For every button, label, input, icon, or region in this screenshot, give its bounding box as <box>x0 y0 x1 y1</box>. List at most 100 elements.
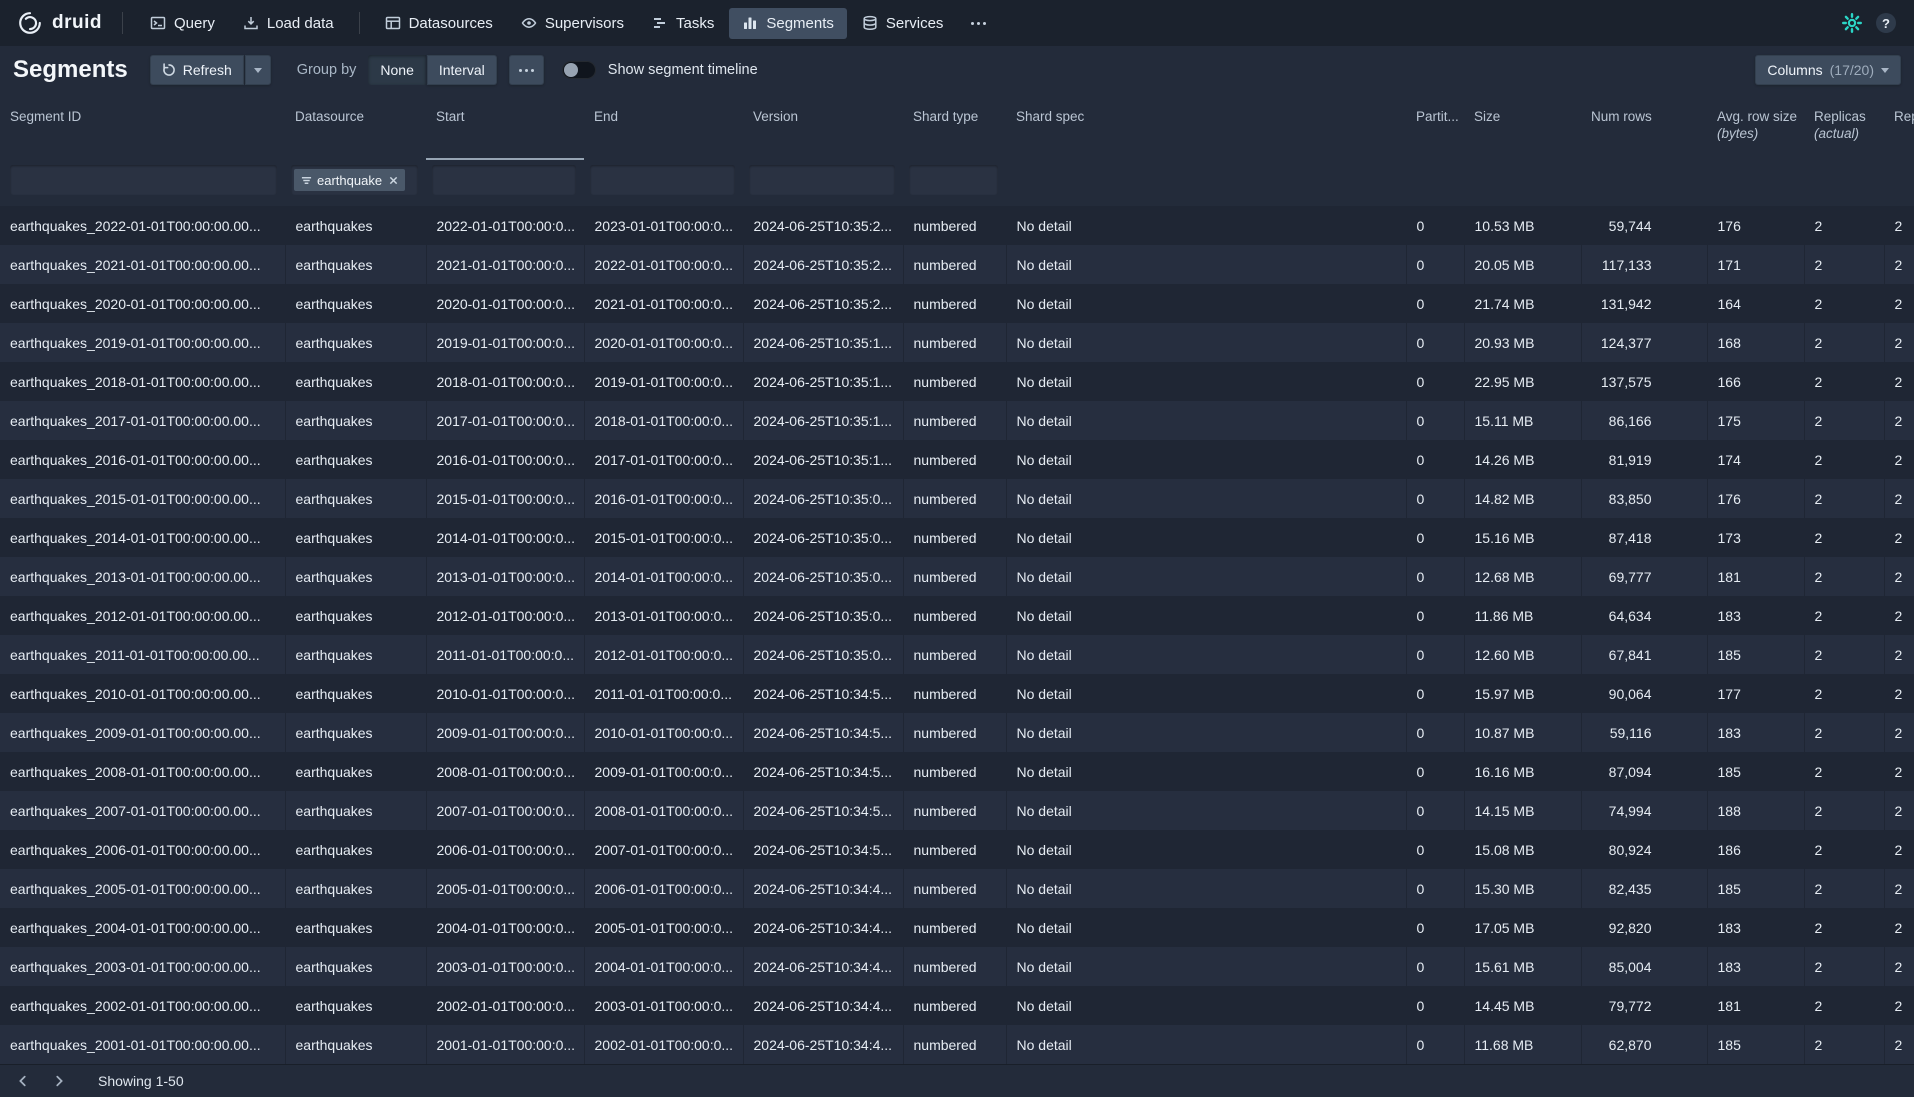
column-header-end[interactable]: End <box>584 94 743 160</box>
table-row[interactable]: earthquakes_2022-01-01T00:00:00.00...ear… <box>0 206 1914 245</box>
cell-replicas: 2 <box>1804 635 1884 674</box>
settings-gear-icon[interactable] <box>1842 13 1862 33</box>
cell-datasource: earthquakes <box>285 635 426 674</box>
cell-start: 2021-01-01T00:00:0... <box>426 245 584 284</box>
table-row[interactable]: earthquakes_2018-01-01T00:00:00.00...ear… <box>0 362 1914 401</box>
cell-partition: 0 <box>1406 245 1464 284</box>
table-row[interactable]: earthquakes_2007-01-01T00:00:00.00...ear… <box>0 791 1914 830</box>
table-row[interactable]: earthquakes_2012-01-01T00:00:00.00...ear… <box>0 596 1914 635</box>
cell-replicas: 2 <box>1804 713 1884 752</box>
cell-end: 2010-01-01T00:00:0... <box>584 713 743 752</box>
pagination-bar: Showing 1-50 <box>0 1064 1914 1097</box>
cell-shard-spec: No detail <box>1006 245 1406 284</box>
table-row[interactable]: earthquakes_2011-01-01T00:00:00.00...ear… <box>0 635 1914 674</box>
table-row[interactable]: earthquakes_2003-01-01T00:00:00.00...ear… <box>0 947 1914 986</box>
next-page-button[interactable] <box>44 1068 74 1094</box>
cell-shard-type: numbered <box>903 830 1006 869</box>
more-actions-button[interactable] <box>509 55 544 85</box>
segment-timeline-toggle[interactable] <box>562 61 596 79</box>
refresh-dropdown-button[interactable] <box>245 55 271 85</box>
cell-replicas: 2 <box>1804 830 1884 869</box>
table-row[interactable]: earthquakes_2010-01-01T00:00:00.00...ear… <box>0 674 1914 713</box>
filter-input-version[interactable] <box>749 165 895 195</box>
filter-input-datasource[interactable]: earthquake <box>291 165 418 195</box>
cell-partition: 0 <box>1406 986 1464 1025</box>
cell-size: 10.53 MB <box>1464 206 1581 245</box>
navbar-divider <box>122 12 123 34</box>
filter-input-end[interactable] <box>590 165 735 195</box>
cell-size: 15.30 MB <box>1464 869 1581 908</box>
topbar-actions: ? <box>1842 13 1900 33</box>
nav-item-query[interactable]: Query <box>137 8 228 39</box>
column-label: Segment ID <box>10 109 81 124</box>
columns-button[interactable]: Columns (17/20) <box>1755 55 1901 85</box>
nav-item-supervisors[interactable]: Supervisors <box>508 8 637 39</box>
cell-shard-type: numbered <box>903 518 1006 557</box>
group-by-none-button[interactable]: None <box>368 55 425 85</box>
cell-shard-spec: No detail <box>1006 596 1406 635</box>
column-label: Replication factor <box>1894 109 1914 124</box>
column-header-datasource[interactable]: Datasource <box>285 94 426 160</box>
cell-start: 2022-01-01T00:00:0... <box>426 206 584 245</box>
prev-page-button[interactable] <box>8 1068 38 1094</box>
brand-home-link[interactable]: druid <box>14 9 108 37</box>
filter-input-shard-type[interactable] <box>909 165 998 195</box>
table-row[interactable]: earthquakes_2015-01-01T00:00:00.00...ear… <box>0 479 1914 518</box>
cell-replicas: 2 <box>1804 947 1884 986</box>
cell-end: 2015-01-01T00:00:0... <box>584 518 743 557</box>
cell-size: 15.16 MB <box>1464 518 1581 557</box>
column-header-segment-id[interactable]: Segment ID <box>0 94 285 160</box>
nav-item-load-data[interactable]: Load data <box>230 8 347 39</box>
segments-toolbar: Segments Refresh Group by None Interval … <box>0 46 1914 94</box>
table-row[interactable]: earthquakes_2019-01-01T00:00:00.00...ear… <box>0 323 1914 362</box>
cell-size: 14.45 MB <box>1464 986 1581 1025</box>
table-row[interactable]: earthquakes_2009-01-01T00:00:00.00...ear… <box>0 713 1914 752</box>
column-header-version[interactable]: Version <box>743 94 903 160</box>
table-row[interactable]: earthquakes_2016-01-01T00:00:00.00...ear… <box>0 440 1914 479</box>
table-row[interactable]: earthquakes_2014-01-01T00:00:00.00...ear… <box>0 518 1914 557</box>
cell-version: 2024-06-25T10:34:5... <box>743 752 903 791</box>
nav-item-tasks[interactable]: Tasks <box>639 8 727 39</box>
group-by-interval-button[interactable]: Interval <box>427 55 497 85</box>
nav-item-services[interactable]: Services <box>849 8 957 39</box>
filter-input-start[interactable] <box>432 165 576 195</box>
table-row[interactable]: earthquakes_2001-01-01T00:00:00.00...ear… <box>0 1025 1914 1064</box>
cell-num-rows: 81,919 <box>1581 440 1707 479</box>
refresh-button[interactable]: Refresh <box>150 55 244 85</box>
column-header-avg-row-size[interactable]: Avg. row size(bytes) <box>1707 94 1804 160</box>
remove-filter-icon[interactable] <box>387 174 400 187</box>
table-row[interactable]: earthquakes_2006-01-01T00:00:00.00...ear… <box>0 830 1914 869</box>
cell-shard-spec: No detail <box>1006 1025 1406 1064</box>
table-row[interactable]: earthquakes_2021-01-01T00:00:00.00...ear… <box>0 245 1914 284</box>
nav-item-segments[interactable]: Segments <box>729 8 847 39</box>
column-label: Shard type <box>913 109 978 124</box>
segments-icon <box>742 15 758 31</box>
help-icon[interactable]: ? <box>1876 13 1896 33</box>
table-row[interactable]: earthquakes_2020-01-01T00:00:00.00...ear… <box>0 284 1914 323</box>
cell-shard-type: numbered <box>903 245 1006 284</box>
table-row[interactable]: earthquakes_2017-01-01T00:00:00.00...ear… <box>0 401 1914 440</box>
column-header-shard-spec[interactable]: Shard spec <box>1006 94 1406 160</box>
nav-more-button[interactable] <box>958 15 999 32</box>
column-header-replication-factor[interactable]: Replication factor <box>1884 94 1914 160</box>
column-header-num-rows[interactable]: Num rows <box>1581 94 1707 160</box>
cell-start: 2018-01-01T00:00:0... <box>426 362 584 401</box>
filter-input-segment-id[interactable] <box>10 165 277 195</box>
cell-shard-type: numbered <box>903 479 1006 518</box>
column-header-shard-type[interactable]: Shard type <box>903 94 1006 160</box>
column-header-replicas[interactable]: Replicas(actual) <box>1804 94 1884 160</box>
cell-shard-type: numbered <box>903 674 1006 713</box>
cell-start: 2015-01-01T00:00:0... <box>426 479 584 518</box>
column-header-start[interactable]: Start <box>426 94 584 160</box>
table-row[interactable]: earthquakes_2004-01-01T00:00:00.00...ear… <box>0 908 1914 947</box>
table-row[interactable]: earthquakes_2002-01-01T00:00:00.00...ear… <box>0 986 1914 1025</box>
column-header-size[interactable]: Size <box>1464 94 1581 160</box>
table-row[interactable]: earthquakes_2005-01-01T00:00:00.00...ear… <box>0 869 1914 908</box>
table-row[interactable]: earthquakes_2013-01-01T00:00:00.00...ear… <box>0 557 1914 596</box>
column-header-partition[interactable]: Partit... <box>1406 94 1464 160</box>
cell-datasource: earthquakes <box>285 596 426 635</box>
table-row[interactable]: earthquakes_2008-01-01T00:00:00.00...ear… <box>0 752 1914 791</box>
cell-partition: 0 <box>1406 1025 1464 1064</box>
cell-segment-id: earthquakes_2003-01-01T00:00:00.00... <box>0 947 285 986</box>
nav-item-datasources[interactable]: Datasources <box>372 8 506 39</box>
